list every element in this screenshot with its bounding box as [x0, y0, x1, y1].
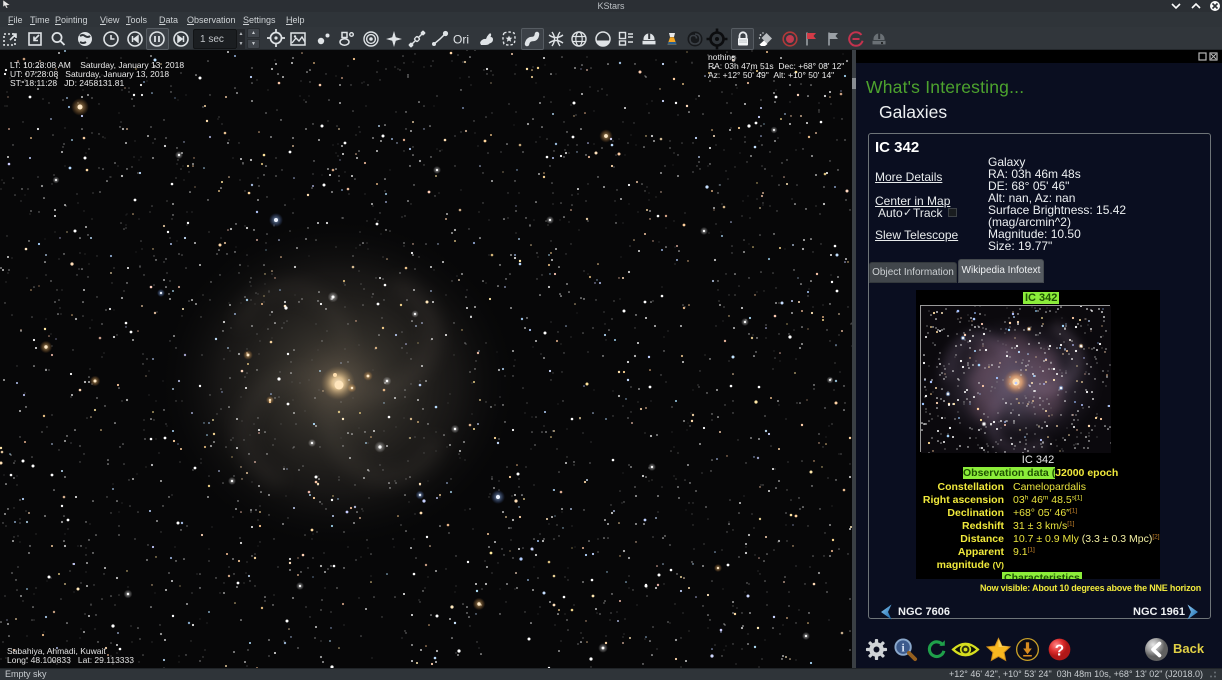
svg-text:Ori: Ori: [453, 33, 469, 47]
svg-text:?: ?: [1055, 642, 1064, 659]
